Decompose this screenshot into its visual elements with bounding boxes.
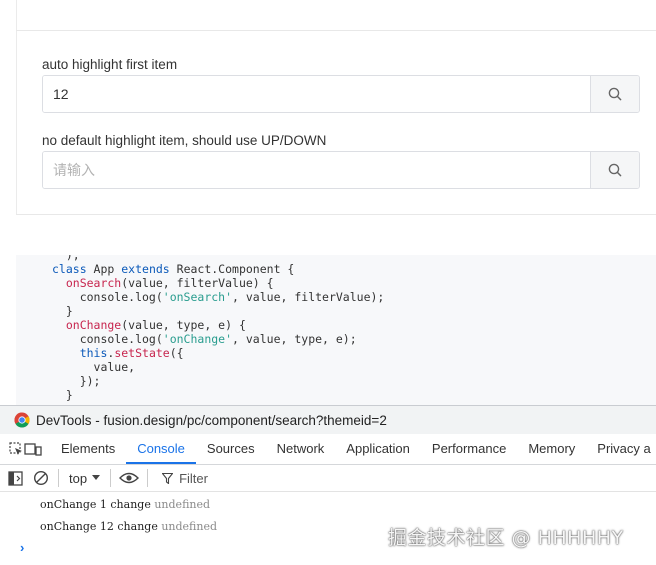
- toolbar-separator: [147, 469, 149, 487]
- search-box-1: [42, 75, 640, 113]
- inspect-icon: [9, 442, 22, 455]
- code-line: });: [52, 374, 101, 388]
- search-icon: [608, 87, 622, 101]
- tab-application[interactable]: Application: [335, 434, 421, 464]
- device-toolbar-button[interactable]: [24, 434, 42, 464]
- live-expression-button[interactable]: [115, 465, 143, 491]
- watermark: 掘金技术社区 @ HHHHHY: [388, 527, 624, 549]
- devtools-tabbar: Elements Console Sources Network Applica…: [0, 434, 656, 465]
- tab-console[interactable]: Console: [126, 434, 196, 464]
- tab-elements[interactable]: Elements: [50, 434, 126, 464]
- filter-placeholder: Filter: [179, 470, 208, 486]
- example1-label: auto highlight first item: [42, 57, 178, 72]
- demo-border: [16, 0, 17, 215]
- tab-privacy[interactable]: Privacy a: [586, 434, 656, 464]
- example2-label: no default highlight item, should use UP…: [42, 133, 327, 148]
- sidebar-toggle-button[interactable]: [2, 465, 28, 491]
- code-line: value,: [52, 360, 136, 374]
- eye-icon: [119, 472, 140, 484]
- search-box-2: [42, 151, 640, 189]
- filter-input[interactable]: Filter: [162, 471, 208, 486]
- demo-panel: auto highlight first item no default hig…: [0, 0, 656, 255]
- dropdown-arrow-icon: [92, 475, 101, 480]
- code-line: console.log('onSearch', value, filterVal…: [52, 290, 385, 304]
- search-input-1[interactable]: [43, 76, 590, 112]
- code-line: onChange(value, type, e) {: [52, 318, 246, 332]
- demo-divider-top: [16, 30, 656, 31]
- tab-sources[interactable]: Sources: [196, 434, 266, 464]
- toolbar-separator: [110, 469, 112, 487]
- code-line: console.log('onChange', value, type, e);: [52, 332, 357, 346]
- context-selector[interactable]: top: [63, 471, 106, 486]
- code-line: }: [52, 388, 73, 402]
- code-line: this.setState({: [52, 346, 184, 360]
- clear-console-button[interactable]: [28, 465, 54, 491]
- code-block: ), class App extends React.Component { o…: [16, 255, 656, 405]
- tab-network[interactable]: Network: [266, 434, 336, 464]
- demo-divider-bottom: [16, 214, 656, 215]
- search-button-2[interactable]: [590, 152, 639, 188]
- tab-memory[interactable]: Memory: [517, 434, 586, 464]
- filter-icon: [162, 472, 174, 484]
- context-value: top: [69, 470, 88, 486]
- tab-performance[interactable]: Performance: [421, 434, 517, 464]
- toolbar-separator: [58, 469, 59, 487]
- code-line: ),: [52, 255, 80, 262]
- code-line: class App extends React.Component {: [52, 262, 295, 276]
- sidebar-icon: [7, 470, 23, 486]
- device-icon: [24, 443, 42, 456]
- search-icon: [608, 163, 622, 177]
- search-button-1[interactable]: [590, 76, 639, 112]
- chrome-icon: [14, 412, 30, 428]
- code-line: }: [52, 304, 73, 318]
- code-line: onSearch(value, filterValue) {: [52, 276, 274, 290]
- console-prompt[interactable]: ›: [20, 540, 24, 555]
- console-log-row: onChange 1 change undefined: [0, 494, 656, 516]
- inspect-element-button[interactable]: [8, 434, 24, 464]
- devtools-title: DevTools - fusion.design/pc/component/se…: [36, 412, 387, 428]
- devtools-titlebar: DevTools - fusion.design/pc/component/se…: [0, 406, 656, 434]
- search-input-2[interactable]: [43, 152, 590, 188]
- clear-icon: [33, 470, 49, 486]
- console-toolbar: top Filter: [0, 465, 656, 492]
